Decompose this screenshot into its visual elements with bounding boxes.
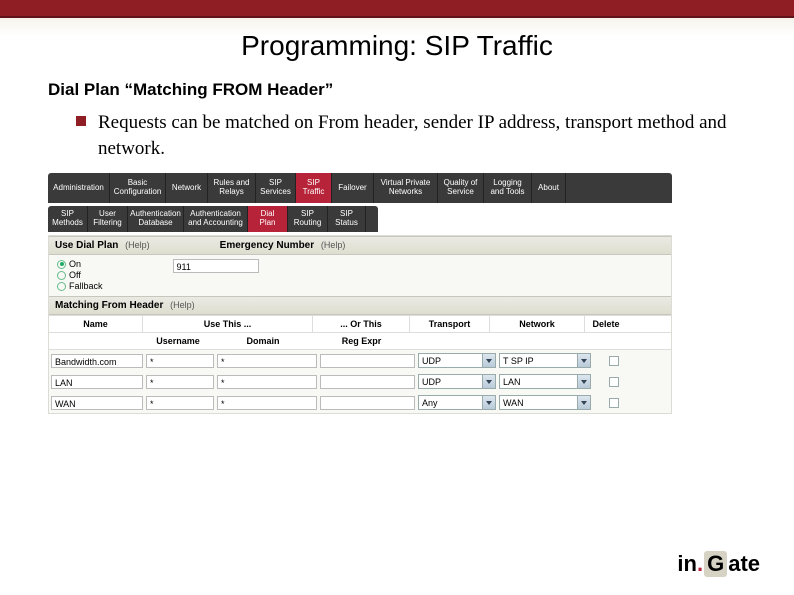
regexpr-input[interactable]: [320, 375, 415, 389]
subtab-dial-plan[interactable]: Dial Plan: [248, 206, 288, 232]
col-domain: Domain: [213, 333, 313, 349]
delete-checkbox[interactable]: [609, 398, 619, 408]
help-link[interactable]: (Help): [170, 300, 195, 310]
subtab-sip-routing[interactable]: SIP Routing: [288, 206, 328, 232]
domain-input[interactable]: *: [217, 375, 317, 389]
bullet-icon: [76, 116, 86, 126]
sub-tabs: SIP Methods User Filtering Authenticatio…: [48, 206, 378, 232]
screenshot-panel: Administration Basic Configuration Netwo…: [48, 173, 672, 414]
tab-basic-configuration[interactable]: Basic Configuration: [110, 173, 166, 203]
logo-ate: ate: [728, 551, 760, 577]
logo-g: G: [704, 551, 727, 577]
regexpr-input[interactable]: [320, 396, 415, 410]
col-username: Username: [143, 333, 213, 349]
col-delete: Delete: [585, 316, 627, 332]
help-link[interactable]: (Help): [321, 240, 346, 250]
logo-in: in: [677, 551, 697, 577]
delete-checkbox[interactable]: [609, 377, 619, 387]
transport-select[interactable]: Any: [418, 395, 496, 410]
tab-logging[interactable]: Logging and Tools: [484, 173, 532, 203]
radio-icon: [57, 260, 66, 269]
col-regexpr: Reg Expr: [313, 333, 410, 349]
subtab-auth-accounting[interactable]: Authentication and Accounting: [184, 206, 248, 232]
header-bar: [0, 0, 794, 18]
help-link[interactable]: (Help): [125, 240, 150, 250]
use-dial-plan-label: Use Dial Plan (Help): [55, 240, 150, 251]
subtab-user-filtering[interactable]: User Filtering: [88, 206, 128, 232]
tab-vpn[interactable]: Virtual Private Networks: [374, 173, 438, 203]
domain-input[interactable]: *: [217, 354, 317, 368]
network-select[interactable]: LAN: [499, 374, 591, 389]
network-select[interactable]: WAN: [499, 395, 591, 410]
col-orthis: ... Or This: [313, 316, 410, 332]
tab-qos[interactable]: Quality of Service: [438, 173, 484, 203]
radio-fallback-label: Fallback: [69, 281, 103, 291]
use-dial-plan-text: Use Dial Plan: [55, 240, 118, 251]
delete-checkbox[interactable]: [609, 356, 619, 366]
matching-from-header-label: Matching From Header (Help): [55, 300, 195, 311]
slide-heading: Dial Plan “Matching FROM Header”: [48, 80, 746, 100]
tab-rules-relays[interactable]: Rules and Relays: [208, 173, 256, 203]
radio-icon: [57, 271, 66, 280]
ingate-logo: in.Gate: [677, 551, 760, 577]
slide-title: Programming: SIP Traffic: [0, 30, 794, 62]
radio-off-label: Off: [69, 270, 81, 280]
table-row: Bandwidth.com * * UDP T SP IP: [49, 350, 671, 371]
tab-sip-traffic[interactable]: SIP Traffic: [296, 173, 332, 203]
username-input[interactable]: *: [146, 396, 214, 410]
matching-from-header-text: Matching From Header: [55, 300, 163, 311]
name-input[interactable]: LAN: [51, 375, 143, 389]
tab-about[interactable]: About: [532, 173, 566, 203]
col-usethis: Use This ...: [143, 316, 313, 332]
radio-on[interactable]: On: [57, 259, 103, 269]
radio-icon: [57, 282, 66, 291]
radio-on-label: On: [69, 259, 81, 269]
username-input[interactable]: *: [146, 354, 214, 368]
domain-input[interactable]: *: [217, 396, 317, 410]
logo-dot: .: [697, 551, 703, 577]
radio-fallback[interactable]: Fallback: [57, 281, 103, 291]
subtab-sip-status[interactable]: SIP Status: [328, 206, 366, 232]
table-row: LAN * * UDP LAN: [49, 371, 671, 392]
tab-administration[interactable]: Administration: [48, 173, 110, 203]
table-row: WAN * * Any WAN: [49, 392, 671, 413]
main-tabs: Administration Basic Configuration Netwo…: [48, 173, 672, 203]
network-select[interactable]: T SP IP: [499, 353, 591, 368]
col-name: Name: [49, 316, 143, 332]
transport-select[interactable]: UDP: [418, 374, 496, 389]
transport-select[interactable]: UDP: [418, 353, 496, 368]
subtab-auth-db[interactable]: Authentication Database: [128, 206, 184, 232]
tab-network[interactable]: Network: [166, 173, 208, 203]
name-input[interactable]: Bandwidth.com: [51, 354, 143, 368]
regexpr-input[interactable]: [320, 354, 415, 368]
username-input[interactable]: *: [146, 375, 214, 389]
col-network: Network: [490, 316, 585, 332]
name-input[interactable]: WAN: [51, 396, 143, 410]
tab-failover[interactable]: Failover: [332, 173, 374, 203]
tab-sip-services[interactable]: SIP Services: [256, 173, 296, 203]
emergency-number-input[interactable]: 911: [173, 259, 259, 273]
emergency-number-label: Emergency Number (Help): [220, 240, 346, 251]
emergency-number-text: Emergency Number: [220, 240, 314, 251]
dial-plan-radios: On Off Fallback: [57, 259, 103, 292]
col-transport: Transport: [410, 316, 490, 332]
radio-off[interactable]: Off: [57, 270, 103, 280]
subtab-sip-methods[interactable]: SIP Methods: [48, 206, 88, 232]
bullet-text: Requests can be matched on From header, …: [98, 110, 746, 161]
